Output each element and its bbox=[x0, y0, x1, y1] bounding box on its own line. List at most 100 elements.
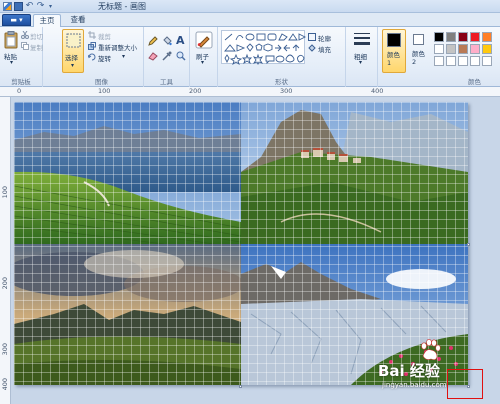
canvas-resize-handle-right[interactable] bbox=[467, 243, 470, 246]
shapes-gallery[interactable] bbox=[221, 30, 307, 66]
ruler-left-100: 100 bbox=[1, 186, 9, 199]
eraser-icon[interactable] bbox=[148, 51, 158, 61]
photo-valley-clouds bbox=[14, 244, 241, 385]
window-title: 无标题 - 画图 bbox=[98, 2, 146, 11]
brushes-dropdown-icon[interactable]: ▾ bbox=[201, 59, 204, 66]
paint-app-icon[interactable] bbox=[3, 1, 12, 11]
vertical-ruler: 100 200 300 400 500 bbox=[0, 97, 11, 404]
palette-swatch-1[interactable] bbox=[434, 32, 444, 42]
tab-view[interactable]: 查看 bbox=[64, 14, 92, 27]
ruler-left-400: 400 bbox=[1, 378, 9, 391]
select-rectangle-icon bbox=[66, 33, 81, 48]
photo-lake-vineyard bbox=[14, 102, 241, 244]
select-dropdown-icon: ▾ bbox=[71, 62, 75, 69]
palette-swatch-7[interactable] bbox=[446, 44, 456, 54]
undo-icon[interactable]: ↶ bbox=[25, 1, 34, 11]
select-button[interactable]: 选择 ▾ bbox=[62, 29, 84, 73]
horizontal-ruler: 0 100 200 300 400 bbox=[0, 87, 500, 97]
ruler-top-400: 400 bbox=[371, 87, 384, 95]
ruler-left-300: 300 bbox=[1, 343, 9, 356]
crop-icon bbox=[88, 31, 96, 39]
save-icon[interactable] bbox=[14, 1, 23, 11]
color1-button[interactable]: 颜色 1 bbox=[382, 29, 406, 73]
palette-swatch-10[interactable] bbox=[482, 44, 492, 54]
text-tool-icon[interactable]: A bbox=[176, 34, 185, 47]
scissors-icon bbox=[21, 31, 29, 39]
line-size-icon[interactable] bbox=[354, 32, 370, 48]
tab-home[interactable]: 主页 bbox=[33, 14, 61, 27]
ruler-left-200: 200 bbox=[1, 277, 9, 290]
palette-swatch-8[interactable] bbox=[458, 44, 468, 54]
rotate-dropdown-icon[interactable]: ▾ bbox=[122, 53, 125, 60]
shapes-group: 轮廓 填充 形状 bbox=[218, 27, 346, 87]
clipboard-group: 粘贴 ▾ 剪切 复制 剪贴板 bbox=[0, 27, 43, 87]
palette-swatch-13[interactable] bbox=[458, 56, 468, 66]
clipboard-group-label: 剪贴板 bbox=[11, 78, 31, 86]
copy-button[interactable]: 复制 bbox=[30, 42, 43, 52]
title-bar: ↶ ↷ ▾ 无标题 - 画图 bbox=[0, 0, 500, 13]
color1-swatch bbox=[387, 33, 401, 47]
ribbon: 粘贴 ▾ 剪切 复制 剪贴板 选择 ▾ 裁剪 重新调整大小 旋转 ▾ 图像 A … bbox=[0, 27, 500, 87]
shapes-gallery-icons bbox=[224, 33, 307, 66]
ruler-top-300: 300 bbox=[280, 87, 293, 95]
color-picker-icon[interactable] bbox=[162, 51, 172, 61]
brush-icon[interactable] bbox=[195, 31, 213, 49]
baidu-paw-logo bbox=[421, 338, 441, 360]
pencil-icon[interactable] bbox=[148, 36, 158, 46]
fill-bucket-icon[interactable] bbox=[162, 36, 172, 46]
brushes-group: 刷子 ▾ bbox=[190, 27, 218, 87]
select-label: 选择 bbox=[65, 54, 78, 62]
resize-button[interactable]: 重新调整大小 bbox=[98, 42, 137, 52]
palette-swatch-5[interactable] bbox=[482, 32, 492, 42]
palette-swatch-4[interactable] bbox=[470, 32, 480, 42]
annotation-highlight-box bbox=[447, 369, 483, 399]
canvas-resize-handle-bottom[interactable] bbox=[239, 385, 242, 388]
palette-swatch-2[interactable] bbox=[446, 32, 456, 42]
ruler-top-200: 200 bbox=[189, 87, 202, 95]
palette-swatch-14[interactable] bbox=[470, 56, 480, 66]
palette-swatch-9[interactable] bbox=[470, 44, 480, 54]
customize-quick-access-icon[interactable]: ▾ bbox=[47, 2, 54, 11]
colors-group-label: 颜色 bbox=[468, 78, 481, 86]
quick-access-toolbar: ↶ ↷ ▾ bbox=[3, 1, 54, 11]
size-dropdown-icon[interactable]: ▾ bbox=[359, 59, 362, 66]
rotate-button[interactable]: 旋转 bbox=[98, 53, 111, 63]
photo-hilltop-village bbox=[241, 102, 468, 244]
palette-swatch-11[interactable] bbox=[434, 56, 444, 66]
paste-dropdown-icon[interactable]: ▾ bbox=[10, 59, 13, 66]
palette-swatch-12[interactable] bbox=[446, 56, 456, 66]
watermark-text: Bai 经验 bbox=[378, 362, 440, 380]
outline-icon bbox=[308, 33, 316, 41]
color1-label: 颜色 1 bbox=[387, 51, 400, 67]
magnifier-icon[interactable] bbox=[176, 51, 186, 61]
copy-icon bbox=[21, 42, 29, 50]
image-group-label: 图像 bbox=[95, 78, 108, 86]
color2-label: 颜色 2 bbox=[412, 50, 425, 66]
shapes-group-label: 形状 bbox=[275, 78, 288, 86]
tools-group-label: 工具 bbox=[160, 78, 173, 86]
image-group: 选择 ▾ 裁剪 重新调整大小 旋转 ▾ 图像 bbox=[60, 27, 144, 87]
crop-button[interactable]: 裁剪 bbox=[98, 31, 111, 41]
ruler-top-100: 100 bbox=[98, 87, 111, 95]
outline-button[interactable]: 轮廓 bbox=[318, 33, 331, 43]
size-group: 粗细 ▾ bbox=[346, 27, 378, 87]
ribbon-tab-row: ▬ ▾ 主页 查看 bbox=[0, 13, 500, 27]
palette-swatch-6[interactable] bbox=[434, 44, 444, 54]
palette-swatch-15[interactable] bbox=[482, 56, 492, 66]
file-menu-button[interactable]: ▬ ▾ bbox=[2, 14, 31, 26]
rotate-icon bbox=[88, 53, 96, 61]
redo-icon[interactable]: ↷ bbox=[36, 1, 45, 11]
fill-button[interactable]: 填充 bbox=[318, 44, 331, 54]
file-menu-icon: ▬ ▾ bbox=[10, 16, 23, 24]
cut-button[interactable]: 剪切 bbox=[30, 31, 43, 41]
resize-icon bbox=[88, 42, 96, 50]
palette-swatch-3[interactable] bbox=[458, 32, 468, 42]
color2-swatch bbox=[413, 34, 424, 45]
ruler-top-0: 0 bbox=[17, 87, 22, 95]
color2-button[interactable]: 颜色 2 bbox=[409, 29, 431, 73]
fill-icon bbox=[308, 44, 316, 52]
paste-icon[interactable] bbox=[4, 31, 18, 49]
colors-group: 颜色 1 颜色 2 颜色 bbox=[378, 27, 500, 87]
color-palette bbox=[434, 32, 498, 66]
watermark-url: jingyan.baidu.com bbox=[382, 381, 447, 389]
